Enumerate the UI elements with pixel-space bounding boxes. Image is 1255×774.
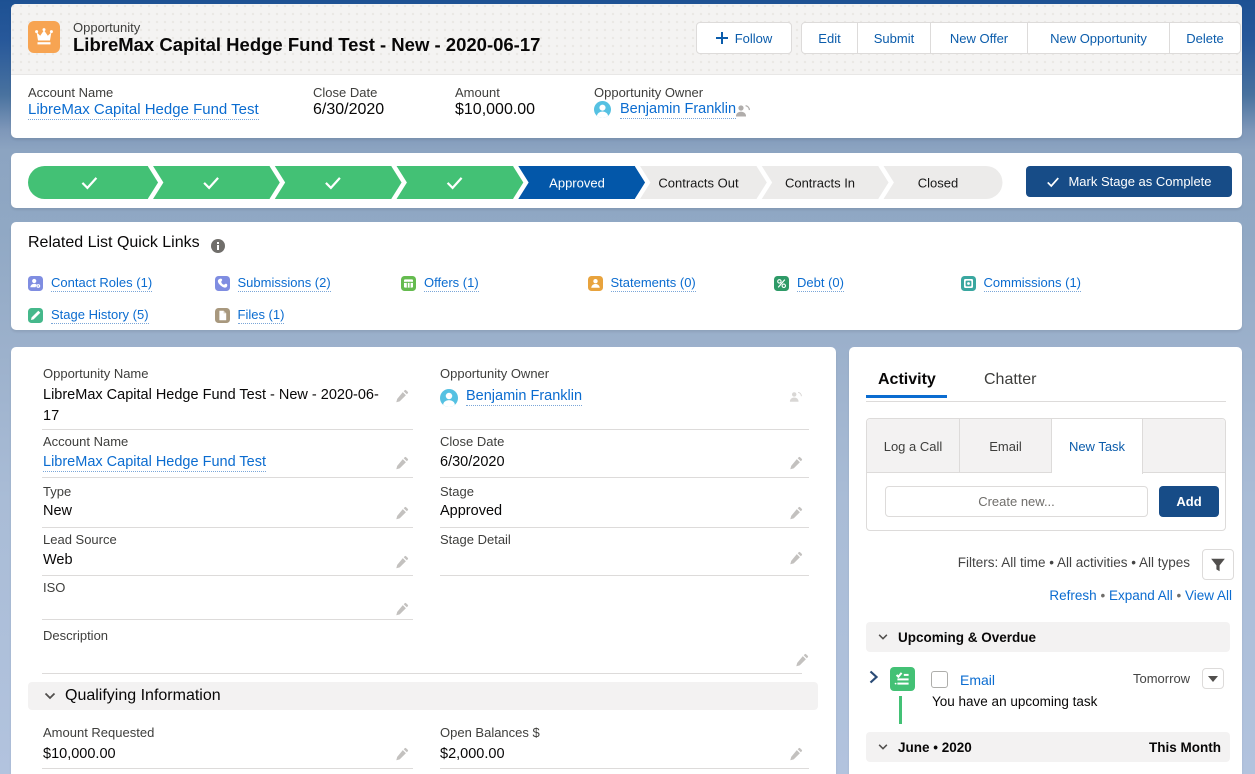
svg-text:Contracts In: Contracts In (785, 176, 855, 191)
svg-text:Closed: Closed (918, 176, 958, 191)
svg-text:Approved: Approved (549, 176, 605, 191)
svg-text:Contracts Out: Contracts Out (658, 176, 739, 191)
